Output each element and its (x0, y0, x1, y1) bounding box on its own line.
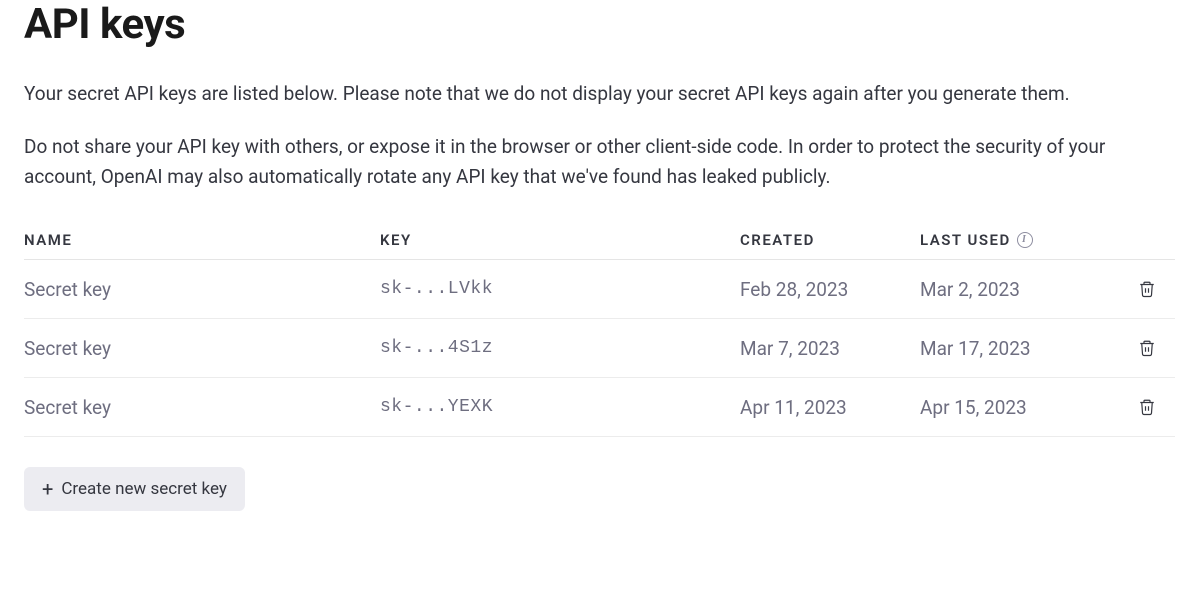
create-secret-key-button[interactable]: + Create new secret key (24, 467, 245, 511)
key-created-cell: Mar 7, 2023 (740, 337, 920, 360)
key-name-cell: Secret key (24, 278, 380, 301)
key-lastused-cell: Mar 2, 2023 (920, 278, 1120, 301)
column-header-key: KEY (380, 231, 740, 249)
lastused-label: LAST USED (920, 231, 1011, 249)
table-row: Secret key sk-...LVkk Feb 28, 2023 Mar 2… (24, 260, 1175, 319)
column-header-action (1120, 231, 1160, 249)
key-name-cell: Secret key (24, 337, 380, 360)
delete-key-button[interactable] (1134, 276, 1160, 302)
info-icon[interactable]: i (1017, 232, 1033, 248)
delete-key-button[interactable] (1134, 335, 1160, 361)
create-button-label: Create new secret key (61, 479, 227, 499)
key-lastused-cell: Mar 17, 2023 (920, 337, 1120, 360)
key-name-cell: Secret key (24, 396, 380, 419)
column-header-lastused: LAST USED i (920, 231, 1120, 249)
trash-icon (1138, 339, 1156, 357)
trash-icon (1138, 398, 1156, 416)
plus-icon: + (42, 479, 53, 499)
key-value-cell: sk-...4S1z (380, 338, 740, 358)
table-row: Secret key sk-...YEXK Apr 11, 2023 Apr 1… (24, 378, 1175, 437)
column-header-created: CREATED (740, 231, 920, 249)
key-value-cell: sk-...YEXK (380, 397, 740, 417)
key-created-cell: Feb 28, 2023 (740, 278, 920, 301)
api-keys-table: NAME KEY CREATED LAST USED i Secret key … (24, 221, 1175, 437)
trash-icon (1138, 280, 1156, 298)
column-header-name: NAME (24, 231, 380, 249)
description-paragraph-2: Do not share your API key with others, o… (24, 132, 1164, 191)
key-lastused-cell: Apr 15, 2023 (920, 396, 1120, 419)
key-value-cell: sk-...LVkk (380, 279, 740, 299)
delete-key-button[interactable] (1134, 394, 1160, 420)
table-header-row: NAME KEY CREATED LAST USED i (24, 221, 1175, 260)
key-created-cell: Apr 11, 2023 (740, 396, 920, 419)
page-title: API keys (24, 0, 1175, 49)
table-row: Secret key sk-...4S1z Mar 7, 2023 Mar 17… (24, 319, 1175, 378)
description-paragraph-1: Your secret API keys are listed below. P… (24, 79, 1164, 108)
